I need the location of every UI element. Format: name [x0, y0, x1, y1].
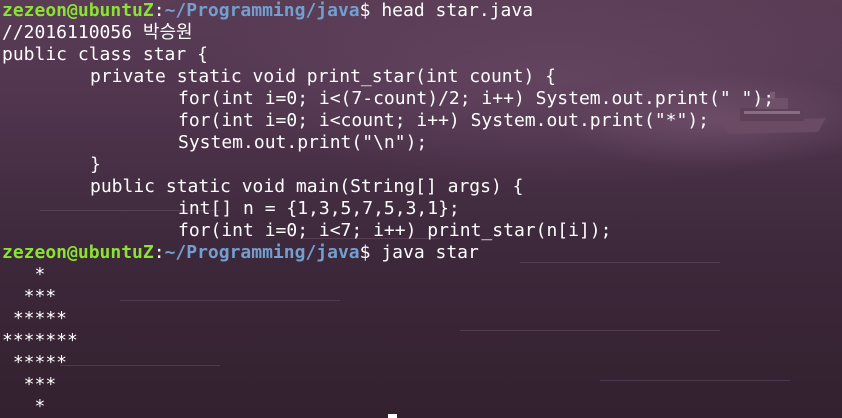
output-line: ***** [2, 352, 68, 373]
output-line: *** [2, 286, 57, 307]
source-line: System.out.print("\n"); [178, 132, 428, 153]
text-cursor [388, 414, 397, 418]
prompt-separator: : [153, 0, 165, 21]
source-line: int[] n = {1,3,5,7,5,3,1}; [178, 198, 460, 219]
prompt-separator: : [153, 242, 165, 263]
source-line: //2016110056 박승원 [2, 22, 193, 43]
prompt-path: ~/Programming/java [164, 242, 360, 263]
output-line: ******* [2, 330, 78, 351]
prompt-path: ~/Programming/java [164, 0, 360, 21]
source-line: public class star { [2, 44, 208, 65]
output-line: *** [2, 374, 57, 395]
prompt-symbol: $ [359, 242, 382, 263]
source-line: for(int i=0; i<7; i++) print_star(n[i]); [178, 220, 612, 241]
source-line: } [90, 154, 101, 175]
prompt-user-host: zezeon@ubuntuZ [2, 0, 154, 21]
source-line: public static void main(String[] args) { [90, 176, 524, 197]
prompt-line: zezeon@ubuntuZ:~/Programming/java$ head … [2, 0, 840, 22]
prompt-user-host: zezeon@ubuntuZ [2, 242, 154, 263]
command-text: java star [381, 242, 479, 263]
command-text: head star.java [381, 0, 534, 21]
source-line: private static void print_star(int count… [90, 66, 556, 87]
prompt-line: zezeon@ubuntuZ:~/Programming/java$ java … [2, 242, 840, 264]
output-line: ***** [2, 308, 68, 329]
output-line: * [2, 264, 46, 285]
prompt-symbol: $ [359, 0, 382, 21]
terminal-window[interactable]: zezeon@ubuntuZ:~/Programming/java$ head … [2, 0, 840, 418]
output-line: * [2, 396, 46, 417]
source-line: for(int i=0; i<count; i++) System.out.pr… [178, 110, 710, 131]
source-line: for(int i=0; i<(7-count)/2; i++) System.… [178, 88, 775, 109]
